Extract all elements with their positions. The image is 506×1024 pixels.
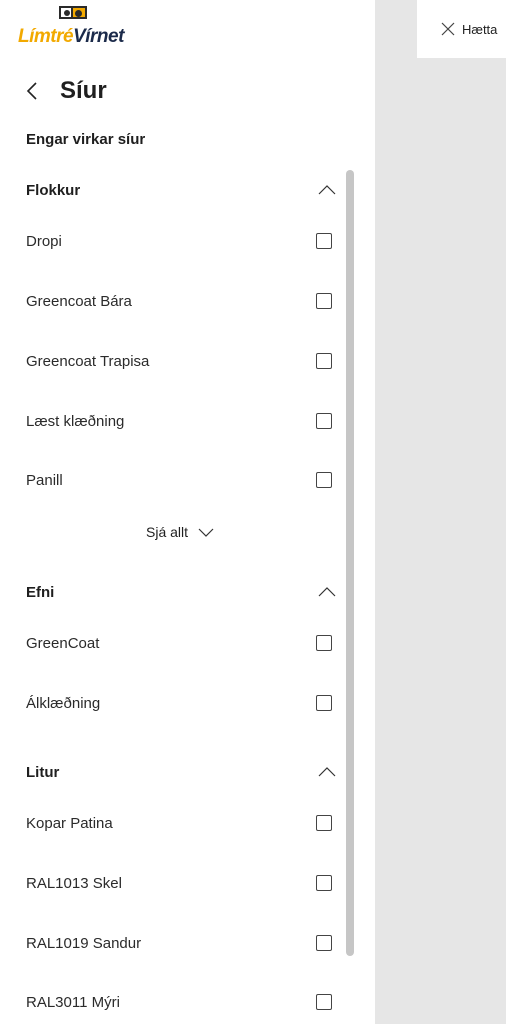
filter-option-ral1013-skel[interactable]: RAL1013 Skel [26,868,332,898]
filter-option-greencoat-trapisa[interactable]: Greencoat Trapisa [26,346,332,376]
filter-option-dropi[interactable]: Dropi [26,226,332,256]
filter-panel: LímtréVírnet Síur Engar virkar síur Flok… [0,0,375,1024]
section-title: Flokkur [26,181,81,199]
chevron-down-icon [198,528,214,537]
chevron-up-icon [318,587,336,597]
option-label: Greencoat Bára [26,292,132,310]
checkbox[interactable] [316,994,332,1010]
cancel-label: Hætta [462,21,498,37]
checkbox[interactable] [316,472,332,488]
logo-part-2: Vírnet [73,26,124,47]
option-label: RAL1019 Sandur [26,934,142,952]
scrollbar[interactable] [346,170,354,956]
logo-part-1: Límtré [18,26,74,47]
checkbox[interactable] [316,875,332,891]
option-label: RAL1013 Skel [26,874,122,892]
checkbox[interactable] [316,695,332,711]
option-label: RAL3011 Mýri [26,993,120,1011]
section-header-efni[interactable]: Efni [26,577,336,607]
see-all-label: Sjá allt [146,524,189,540]
option-label: Panill [26,471,63,489]
filter-option-laest-klaedning[interactable]: Læst klæðning [26,406,332,436]
close-icon [441,22,455,36]
option-label: Álklæðning [26,694,101,712]
filter-option-kopar-patina[interactable]: Kopar Patina [26,808,332,838]
option-label: Dropi [26,232,62,250]
see-all-button[interactable]: Sjá allt [146,520,214,544]
page-title: Síur [60,77,107,104]
option-label: Greencoat Trapisa [26,352,150,370]
filter-option-alklaedning[interactable]: Álklæðning [26,688,332,718]
filter-header: Síur [26,76,107,106]
checkbox[interactable] [316,413,332,429]
filter-option-ral1019-sandur[interactable]: RAL1019 Sandur [26,928,332,958]
checkbox[interactable] [316,935,332,951]
checkbox[interactable] [316,233,332,249]
checkbox[interactable] [316,293,332,309]
logo-mark-icon [59,6,87,19]
section-header-litur[interactable]: Litur [26,757,336,787]
logo-wordmark: LímtréVírnet [18,26,124,48]
checkbox[interactable] [316,353,332,369]
filter-option-greencoat[interactable]: GreenCoat [26,628,332,658]
active-filters-status: Engar virkar síur [26,131,146,148]
section-header-flokkur[interactable]: Flokkur [26,175,336,205]
back-button[interactable] [26,77,46,105]
cancel-button[interactable]: Hætta [417,0,506,58]
chevron-left-icon [26,82,37,100]
filter-option-ral3011-myri[interactable]: RAL3011 Mýri [26,987,332,1017]
filter-option-panill[interactable]: Panill [26,465,332,495]
checkbox[interactable] [316,635,332,651]
option-label: Læst klæðning [26,412,125,430]
option-label: Kopar Patina [26,814,113,832]
limtre-virnet-logo[interactable]: LímtréVírnet [18,6,138,50]
filter-option-greencoat-bara[interactable]: Greencoat Bára [26,286,332,316]
chevron-up-icon [318,185,336,195]
chevron-up-icon [318,767,336,777]
checkbox[interactable] [316,815,332,831]
section-title: Litur [26,763,60,781]
option-label: GreenCoat [26,634,100,652]
section-title: Efni [26,583,55,601]
